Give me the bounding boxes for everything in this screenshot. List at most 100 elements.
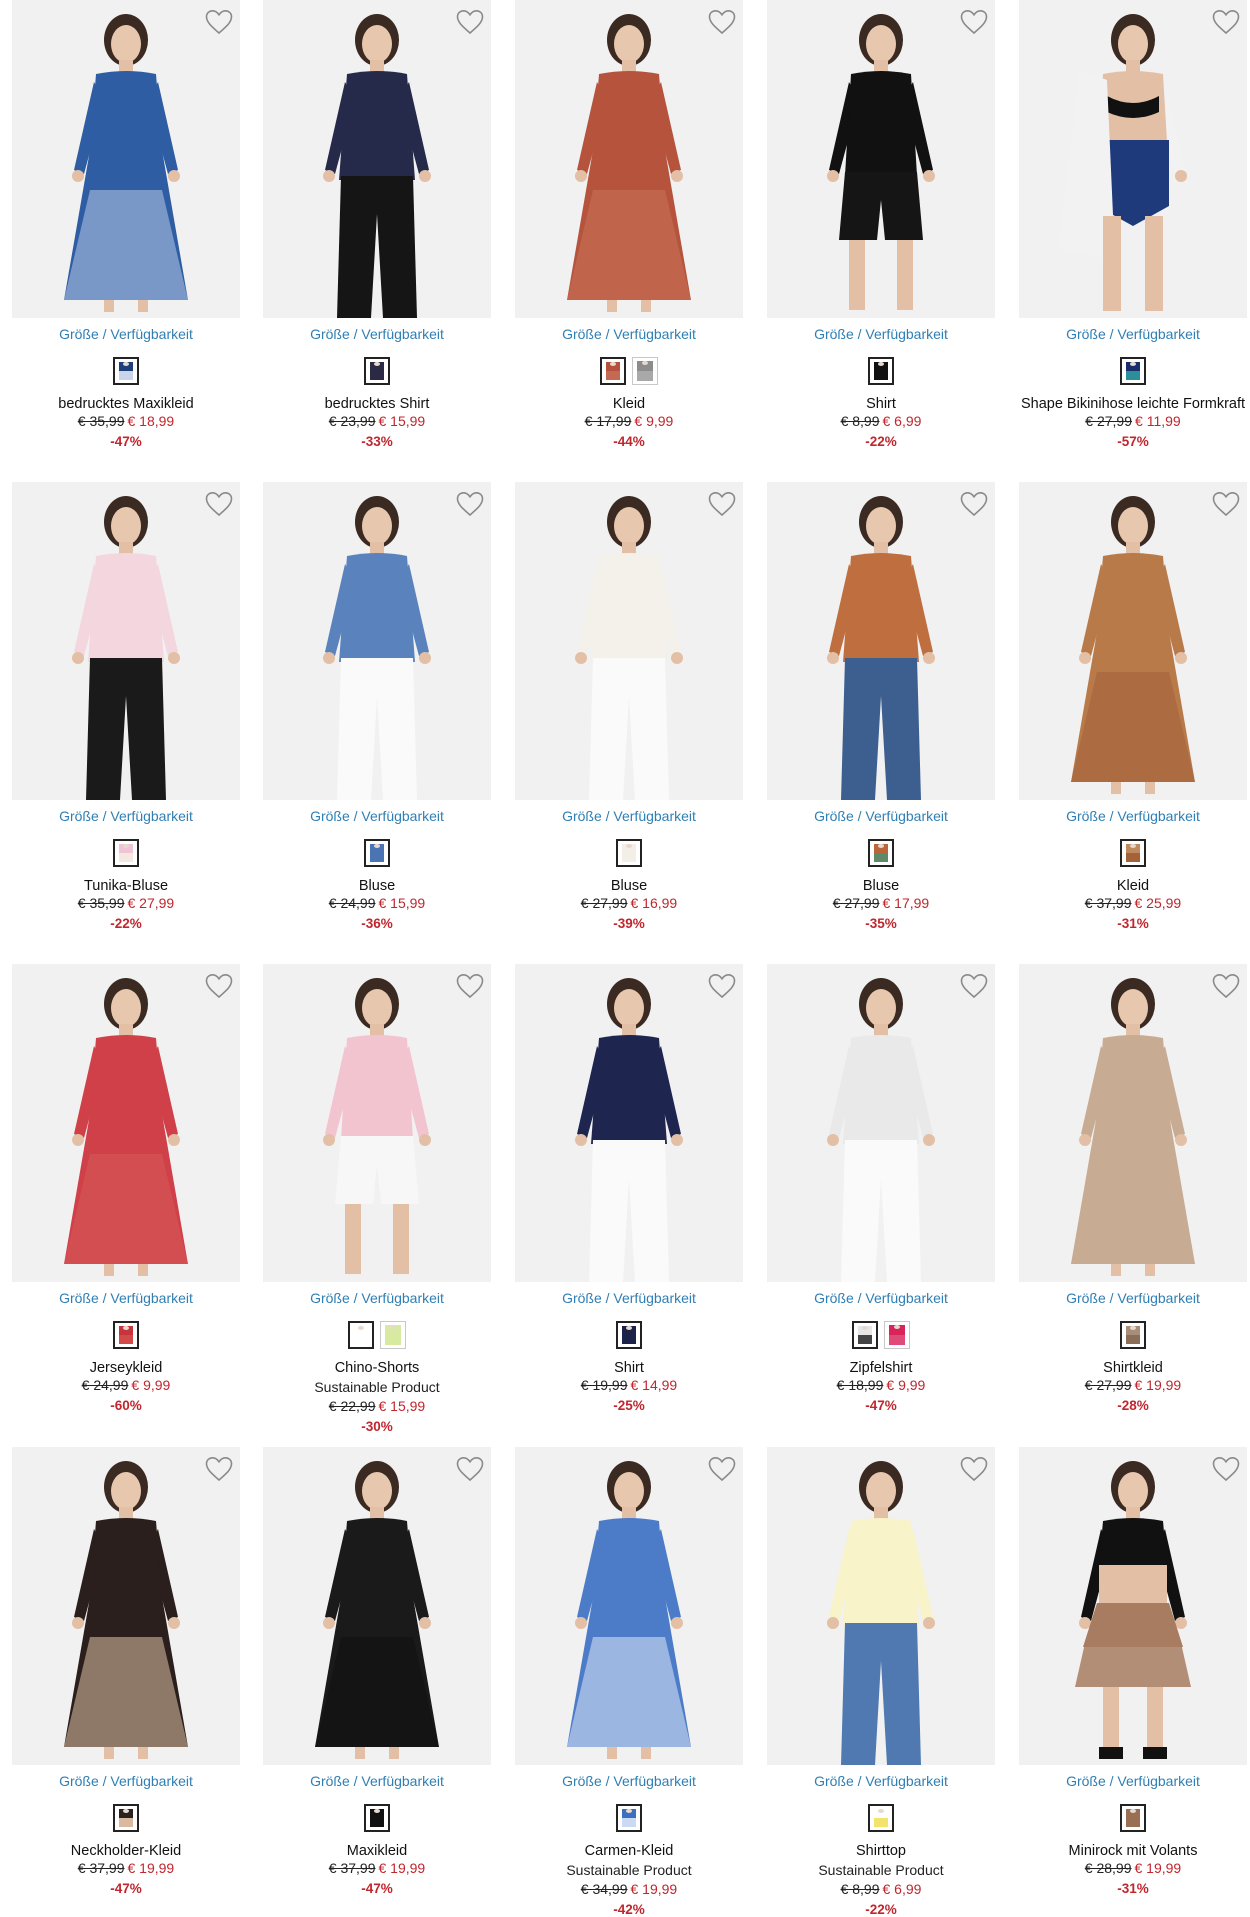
size-availability-link[interactable]: Größe / Verfügbarkeit [263,1773,491,1789]
product-image[interactable] [263,1447,491,1765]
size-availability-link[interactable]: Größe / Verfügbarkeit [12,1290,240,1306]
product-name[interactable]: Kleid [1013,878,1250,894]
product-name[interactable]: Carmen-Kleid [509,1843,749,1859]
color-swatch[interactable] [868,357,894,385]
color-swatch[interactable] [632,357,658,385]
size-availability-link[interactable]: Größe / Verfügbarkeit [515,1773,743,1789]
product-name[interactable]: Neckholder-Kleid [6,1843,246,1859]
product-image[interactable] [515,0,743,318]
wishlist-heart-icon[interactable] [455,1455,485,1483]
size-availability-link[interactable]: Größe / Verfügbarkeit [12,326,240,342]
color-swatch[interactable] [616,839,642,867]
wishlist-heart-icon[interactable] [204,490,234,518]
product-image[interactable] [1019,0,1247,318]
color-swatch[interactable] [1120,1804,1146,1832]
product-image[interactable] [12,1447,240,1765]
size-availability-link[interactable]: Größe / Verfügbarkeit [1019,326,1247,342]
color-swatch[interactable] [364,357,390,385]
size-availability-link[interactable]: Größe / Verfügbarkeit [515,1290,743,1306]
wishlist-heart-icon[interactable] [707,1455,737,1483]
product-card[interactable]: Größe / Verfügbarkeit Shirt € 8,99 € 6,99 -2… [767,0,995,470]
wishlist-heart-icon[interactable] [959,972,989,1000]
product-card[interactable]: Größe / Verfügbarkeit Tunika-Bluse € 35,99… [12,482,240,952]
product-card[interactable]: Größe / Verfügbarkeit Bluse € 24,99 € 15,99… [263,482,491,952]
wishlist-heart-icon[interactable] [1211,1455,1241,1483]
wishlist-heart-icon[interactable] [1211,972,1241,1000]
product-name[interactable]: Bluse [509,878,749,894]
product-image[interactable] [767,964,995,1282]
product-card[interactable]: Größe / Verfügbarkeit Shirttop Sustainable… [767,1447,995,1917]
product-card[interactable]: Größe / Verfügbarkeit Maxikleid € 37,99 € 1… [263,1447,491,1917]
product-image[interactable] [767,482,995,800]
product-card[interactable]: Größe / Verfügbarkeit Kleid € 37,99 € 25,99… [1019,482,1247,952]
product-name[interactable]: Bluse [761,878,1001,894]
size-availability-link[interactable]: Größe / Verfügbarkeit [515,808,743,824]
color-swatch[interactable] [1120,357,1146,385]
product-image[interactable] [1019,482,1247,800]
wishlist-heart-icon[interactable] [455,490,485,518]
wishlist-heart-icon[interactable] [707,8,737,36]
product-card[interactable]: Größe / Verfügbarkeit Kleid € 17,99 € 9,99-… [515,0,743,470]
product-name[interactable]: Kleid [509,396,749,412]
wishlist-heart-icon[interactable] [455,8,485,36]
size-availability-link[interactable]: Größe / Verfügbarkeit [1019,1290,1247,1306]
product-card[interactable]: Größe / Verfügbarkeit Minirock mit Volant… [1019,1447,1247,1917]
product-card[interactable]: Größe / Verfügbarkeit Zipfelshirt € 18,99 €… [767,964,995,1434]
product-card[interactable]: Größe / Verfügbarkeit Bluse € 27,99 € 17,99… [767,482,995,952]
size-availability-link[interactable]: Größe / Verfügbarkeit [263,326,491,342]
wishlist-heart-icon[interactable] [707,490,737,518]
product-card[interactable]: Größe / Verfügbarkeit Shirt € 19,99 € 14,99… [515,964,743,1434]
color-swatch[interactable] [868,839,894,867]
product-image[interactable] [515,964,743,1282]
product-name[interactable]: Tunika-Bluse [6,878,246,894]
color-swatch[interactable] [1120,1321,1146,1349]
color-swatch[interactable] [616,1804,642,1832]
color-swatch[interactable] [600,357,626,385]
product-image[interactable] [1019,964,1247,1282]
product-image[interactable] [767,1447,995,1765]
color-swatch[interactable] [364,1804,390,1832]
size-availability-link[interactable]: Größe / Verfügbarkeit [263,808,491,824]
color-swatch[interactable] [113,839,139,867]
product-card[interactable]: Größe / Verfügbarkeit Carmen-Kleid Sustain… [515,1447,743,1917]
product-image[interactable] [767,0,995,318]
product-card[interactable]: Größe / Verfügbarkeit Jerseykleid € 24,99 €… [12,964,240,1434]
size-availability-link[interactable]: Größe / Verfügbarkeit [12,1773,240,1789]
wishlist-heart-icon[interactable] [959,490,989,518]
color-swatch[interactable] [868,1804,894,1832]
wishlist-heart-icon[interactable] [204,8,234,36]
wishlist-heart-icon[interactable] [455,972,485,1000]
color-swatch[interactable] [113,1804,139,1832]
color-swatch[interactable] [616,1321,642,1349]
product-image[interactable] [12,0,240,318]
product-name[interactable]: Shirttop [761,1843,1001,1859]
product-card[interactable]: Größe / Verfügbarkeit Chino-Shorts Sustain… [263,964,491,1434]
color-swatch[interactable] [884,1321,910,1349]
color-swatch[interactable] [113,1321,139,1349]
product-image[interactable] [263,964,491,1282]
product-card[interactable]: Größe / Verfügbarkeit Shirtkleid € 27,99 € … [1019,964,1247,1434]
wishlist-heart-icon[interactable] [1211,8,1241,36]
wishlist-heart-icon[interactable] [959,8,989,36]
size-availability-link[interactable]: Größe / Verfügbarkeit [767,808,995,824]
size-availability-link[interactable]: Größe / Verfügbarkeit [1019,1773,1247,1789]
product-name[interactable]: Shape Bikinihose leichte Formkraft [1013,396,1250,412]
product-name[interactable]: Minirock mit Volants [1013,1843,1250,1859]
wishlist-heart-icon[interactable] [204,1455,234,1483]
wishlist-heart-icon[interactable] [707,972,737,1000]
wishlist-heart-icon[interactable] [204,972,234,1000]
product-image[interactable] [12,964,240,1282]
product-name[interactable]: Chino-Shorts [257,1360,497,1376]
size-availability-link[interactable]: Größe / Verfügbarkeit [767,1290,995,1306]
product-name[interactable]: Shirt [761,396,1001,412]
size-availability-link[interactable]: Größe / Verfügbarkeit [767,326,995,342]
product-card[interactable]: Größe / Verfügbarkeit Shape Bikinihose le… [1019,0,1247,470]
product-name[interactable]: Shirt [509,1360,749,1376]
size-availability-link[interactable]: Größe / Verfügbarkeit [767,1773,995,1789]
product-name[interactable]: bedrucktes Shirt [257,396,497,412]
wishlist-heart-icon[interactable] [1211,490,1241,518]
product-name[interactable]: Shirtkleid [1013,1360,1250,1376]
product-image[interactable] [12,482,240,800]
size-availability-link[interactable]: Größe / Verfügbarkeit [1019,808,1247,824]
wishlist-heart-icon[interactable] [959,1455,989,1483]
